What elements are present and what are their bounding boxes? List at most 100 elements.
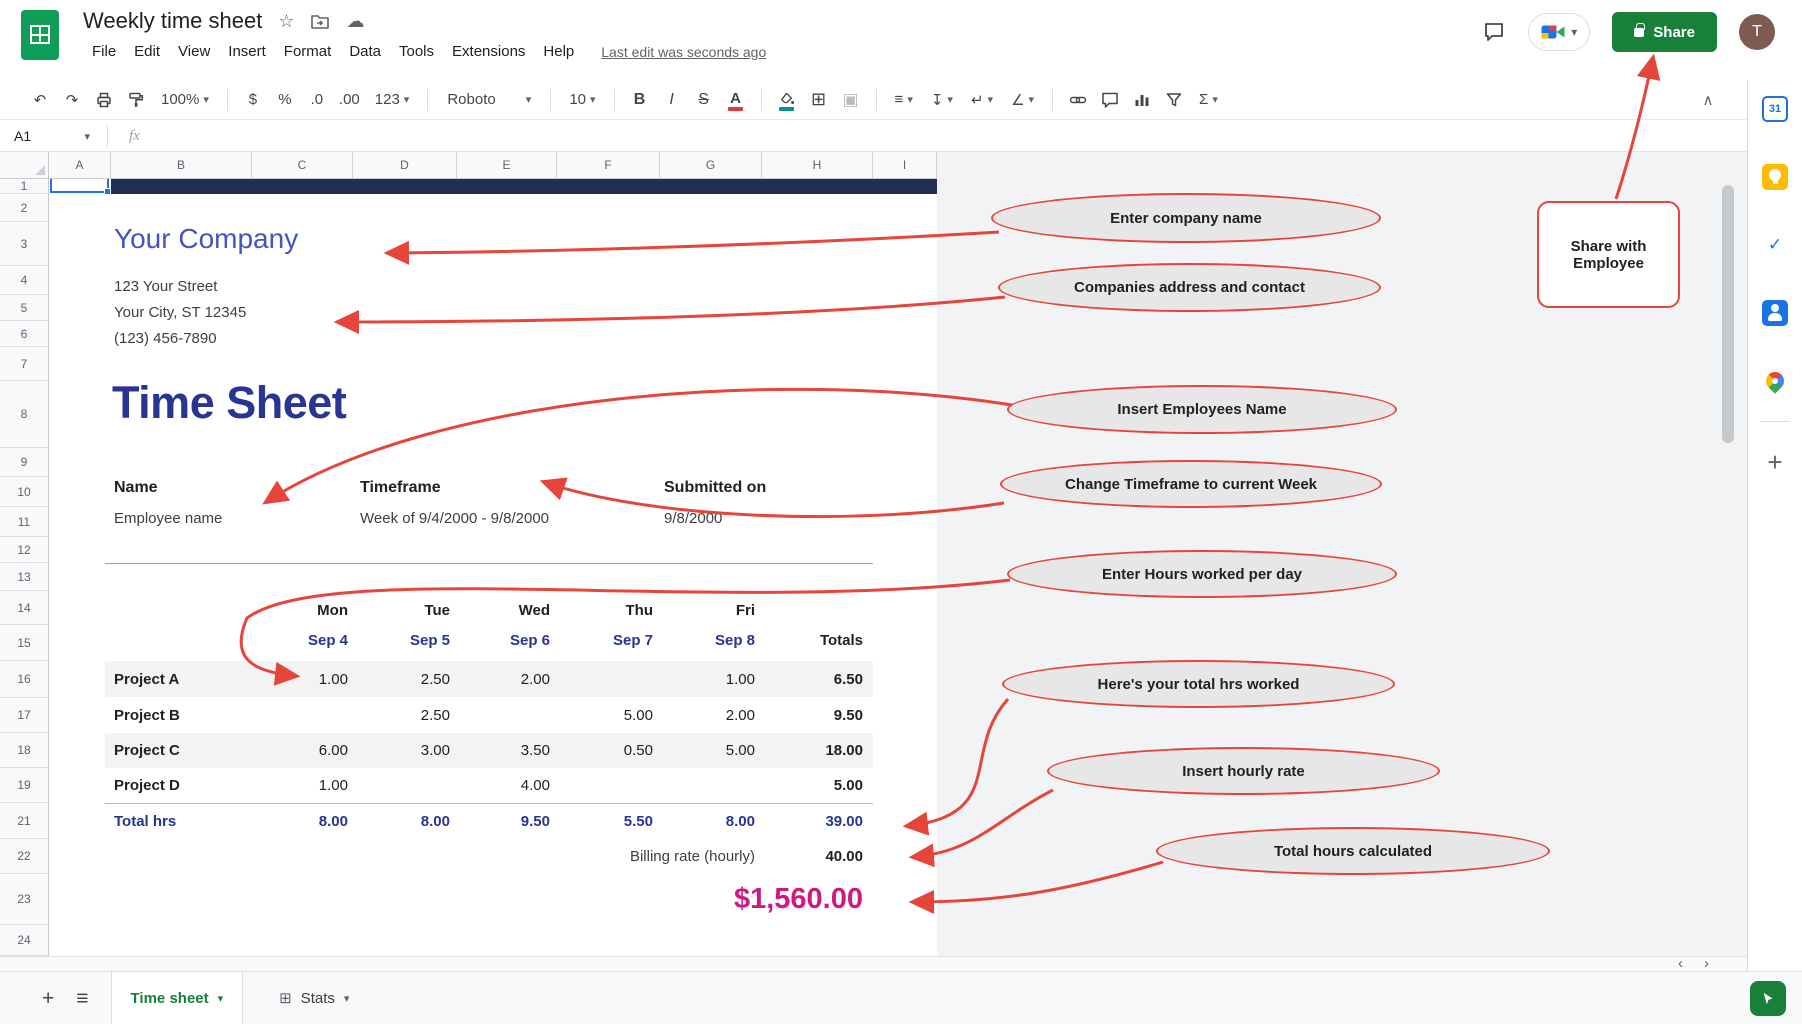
submitted-label-cell[interactable]: Submitted on <box>664 479 766 497</box>
font-family-select[interactable]: Roboto ▾ <box>439 85 539 115</box>
menu-extensions[interactable]: Extensions <box>443 40 534 63</box>
row-header-10[interactable]: 10 <box>0 477 48 507</box>
text-rotation-button[interactable]: ∠ ▾ <box>1004 85 1041 115</box>
calendar-icon[interactable]: 31 <box>1761 95 1789 123</box>
format-percent-button[interactable]: % <box>271 85 299 115</box>
row-header-18[interactable]: 18 <box>0 733 48 768</box>
pointer-tool-button[interactable] <box>1750 981 1786 1016</box>
all-sheets-button[interactable]: ≡ <box>76 988 88 1009</box>
hours-cell[interactable] <box>460 697 550 733</box>
hours-cell[interactable]: 2.50 <box>360 661 450 697</box>
menu-file[interactable]: File <box>83 40 125 63</box>
redo-button[interactable]: ↷ <box>58 85 86 115</box>
scroll-left-icon[interactable]: ‹ <box>1678 956 1683 971</box>
submitted-value-cell[interactable]: 9/8/2000 <box>664 510 722 527</box>
row-header-9[interactable]: 9 <box>0 448 48 477</box>
avatar[interactable]: T <box>1739 14 1775 50</box>
row-header-2[interactable]: 2 <box>0 194 48 222</box>
text-wrap-button[interactable]: ↵ ▾ <box>964 85 1000 115</box>
project-label-cell[interactable]: Project D <box>114 768 180 803</box>
formula-input[interactable] <box>156 121 1747 151</box>
row-total-cell[interactable]: 6.50 <box>773 661 863 697</box>
font-size-select[interactable]: 10 ▾ <box>562 85 602 115</box>
create-filter-button[interactable] <box>1160 85 1188 115</box>
add-sheet-button[interactable]: + <box>42 988 54 1009</box>
column-header-A[interactable]: A <box>49 152 111 179</box>
company-name-cell[interactable]: Your Company <box>114 223 298 255</box>
row-header-8[interactable]: 8 <box>0 381 48 448</box>
row-header-5[interactable]: 5 <box>0 295 48 321</box>
timeframe-value-cell[interactable]: Week of 9/4/2000 - 9/8/2000 <box>360 510 549 527</box>
scroll-right-icon[interactable]: › <box>1704 956 1709 971</box>
text-color-button[interactable]: A <box>722 85 750 115</box>
project-label-cell[interactable]: Project C <box>114 733 180 768</box>
hours-cell[interactable]: 5.00 <box>665 733 755 768</box>
menu-help[interactable]: Help <box>534 40 583 63</box>
row-header-24[interactable]: 24 <box>0 925 48 956</box>
insert-chart-button[interactable] <box>1128 85 1156 115</box>
row-header-17[interactable]: 17 <box>0 698 48 733</box>
more-formats-button[interactable]: 123 ▾ <box>368 85 417 115</box>
menu-tools[interactable]: Tools <box>390 40 443 63</box>
total-hours-cell[interactable]: 8.00 <box>360 804 450 839</box>
column-header-B[interactable]: B <box>111 152 252 179</box>
vertical-scrollbar[interactable] <box>1722 179 1734 956</box>
merge-cells-button[interactable]: ▣ <box>837 85 865 115</box>
address-line-1[interactable]: 123 Your Street <box>114 274 246 300</box>
hours-cell[interactable]: 1.00 <box>258 768 348 803</box>
sheet-canvas[interactable]: Your Company 123 Your Street Your City, … <box>49 179 937 956</box>
column-header-H[interactable]: H <box>762 152 873 179</box>
last-edit-link[interactable]: Last edit was seconds ago <box>601 44 766 60</box>
row-header-3[interactable]: 3 <box>0 222 48 266</box>
sheet-title-cell[interactable]: Time Sheet <box>112 377 346 429</box>
contacts-icon[interactable] <box>1761 299 1789 327</box>
hours-cell[interactable]: 6.00 <box>258 733 348 768</box>
day-header-cell[interactable]: Fri <box>665 597 755 623</box>
menu-insert[interactable]: Insert <box>219 40 275 63</box>
star-icon[interactable]: ☆ <box>278 12 294 30</box>
share-button[interactable]: Share <box>1612 12 1717 52</box>
keep-icon[interactable] <box>1761 163 1789 191</box>
italic-button[interactable]: I <box>658 85 686 115</box>
row-header-14[interactable]: 14 <box>0 591 48 625</box>
hours-cell[interactable]: 1.00 <box>258 661 348 697</box>
horizontal-scrollbar[interactable]: ‹ › <box>0 956 1747 971</box>
row-header-7[interactable]: 7 <box>0 347 48 381</box>
increase-decimals-button[interactable]: .00 <box>335 85 364 115</box>
employee-name-cell[interactable]: Employee name <box>114 510 222 527</box>
tab-time-sheet[interactable]: Time sheet ▾ <box>111 972 244 1024</box>
meet-button[interactable]: ▾ <box>1528 13 1590 51</box>
hours-cell[interactable]: 2.50 <box>360 697 450 733</box>
hours-cell[interactable] <box>258 697 348 733</box>
hours-cell[interactable]: 1.00 <box>665 661 755 697</box>
maps-icon[interactable] <box>1761 367 1789 395</box>
name-label-cell[interactable]: Name <box>114 479 158 497</box>
name-box[interactable]: A1 ▾ <box>0 128 100 144</box>
fill-color-button[interactable] <box>773 85 801 115</box>
move-to-folder-icon[interactable] <box>310 12 330 30</box>
hours-cell[interactable] <box>665 768 755 803</box>
total-amount-cell[interactable]: $1,560.00 <box>585 874 863 924</box>
bold-button[interactable]: B <box>626 85 654 115</box>
menu-data[interactable]: Data <box>340 40 390 63</box>
menu-edit[interactable]: Edit <box>125 40 169 63</box>
company-phone[interactable]: (123) 456-7890 <box>114 326 246 352</box>
paint-format-button[interactable] <box>122 85 150 115</box>
insert-comment-button[interactable] <box>1096 85 1124 115</box>
functions-button[interactable]: Σ ▾ <box>1192 85 1225 115</box>
strikethrough-button[interactable]: S <box>690 85 718 115</box>
column-header-I[interactable]: I <box>873 152 937 179</box>
zoom-select[interactable]: 100% ▾ <box>154 85 216 115</box>
cloud-status-icon[interactable]: ☁ <box>346 12 364 30</box>
hours-cell[interactable]: 2.00 <box>665 697 755 733</box>
date-header-cell[interactable]: Sep 5 <box>360 625 450 655</box>
row-header-12[interactable]: 12 <box>0 537 48 563</box>
decrease-decimals-button[interactable]: .0 <box>303 85 331 115</box>
undo-button[interactable]: ↶ <box>26 85 54 115</box>
get-add-ons-icon[interactable]: + <box>1761 448 1789 476</box>
project-label-cell[interactable]: Project B <box>114 697 180 733</box>
address-line-2[interactable]: Your City, ST 12345 <box>114 300 246 326</box>
company-address-cells[interactable]: 123 Your Street Your City, ST 12345 (123… <box>114 274 246 352</box>
hours-cell[interactable]: 2.00 <box>460 661 550 697</box>
total-hours-cell[interactable]: 9.50 <box>460 804 550 839</box>
